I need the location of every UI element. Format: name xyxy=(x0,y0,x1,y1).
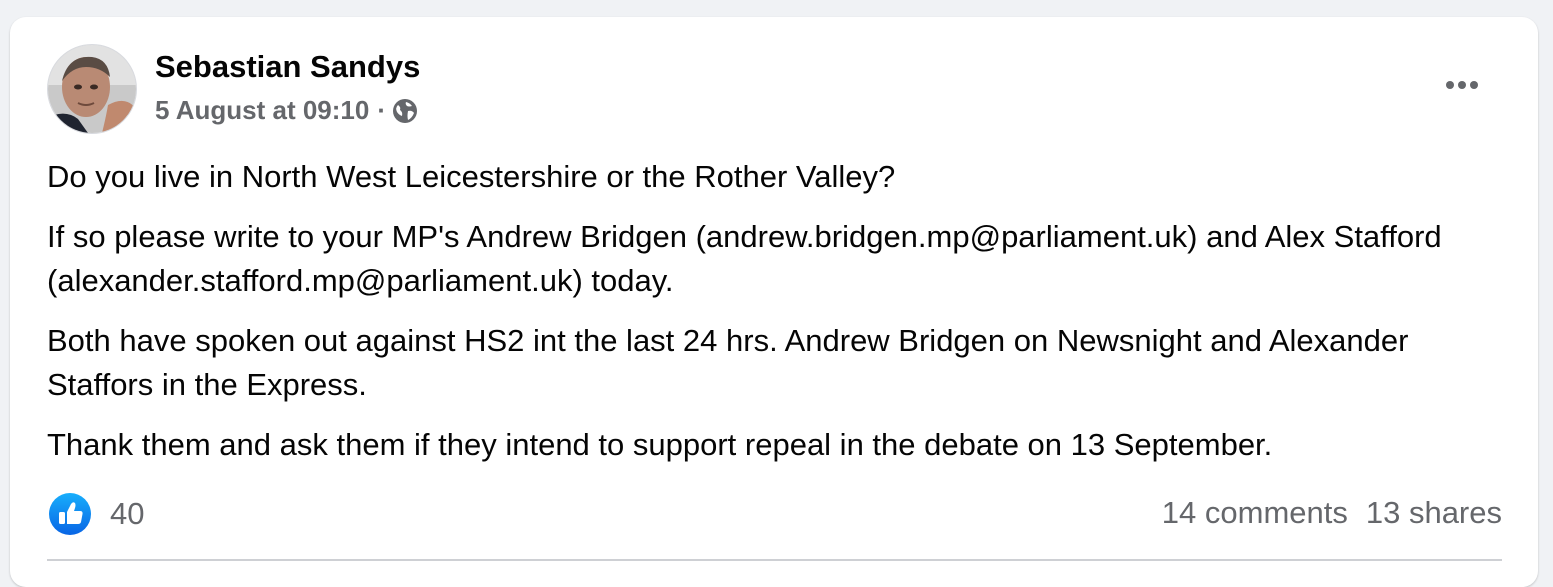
post-paragraph: If so please write to your MP's Andrew B… xyxy=(47,219,1442,298)
avatar-photo xyxy=(48,45,136,133)
globe-icon[interactable] xyxy=(392,98,418,124)
like-icon xyxy=(48,492,92,536)
author-avatar[interactable] xyxy=(47,44,137,134)
reactions-summary[interactable]: 40 xyxy=(48,492,144,536)
more-options-button[interactable] xyxy=(1438,67,1486,103)
author-name[interactable]: Sebastian Sandys xyxy=(155,49,420,85)
post-card: Sebastian Sandys 5 August at 09:10 · Do … xyxy=(10,17,1538,587)
post-timestamp[interactable]: 5 August at 09:10 xyxy=(155,95,369,126)
more-horizontal-icon xyxy=(1446,81,1478,89)
post-body: Do you live in North West Leicestershire… xyxy=(47,155,1487,483)
post-paragraph: Thank them and ask them if they intend t… xyxy=(47,427,1273,462)
meta-separator: · xyxy=(377,95,386,125)
post-meta: 5 August at 09:10 · xyxy=(155,95,418,126)
shares-count[interactable]: 13 shares xyxy=(1366,495,1502,531)
post-paragraph: Both have spoken out against HS2 int the… xyxy=(47,323,1409,402)
engagement-stats: 14 comments 13 shares xyxy=(1162,495,1502,531)
post-paragraph: Do you live in North West Leicestershire… xyxy=(47,159,896,194)
comments-count[interactable]: 14 comments xyxy=(1162,495,1348,531)
divider xyxy=(47,559,1502,561)
reaction-count: 40 xyxy=(110,496,145,531)
